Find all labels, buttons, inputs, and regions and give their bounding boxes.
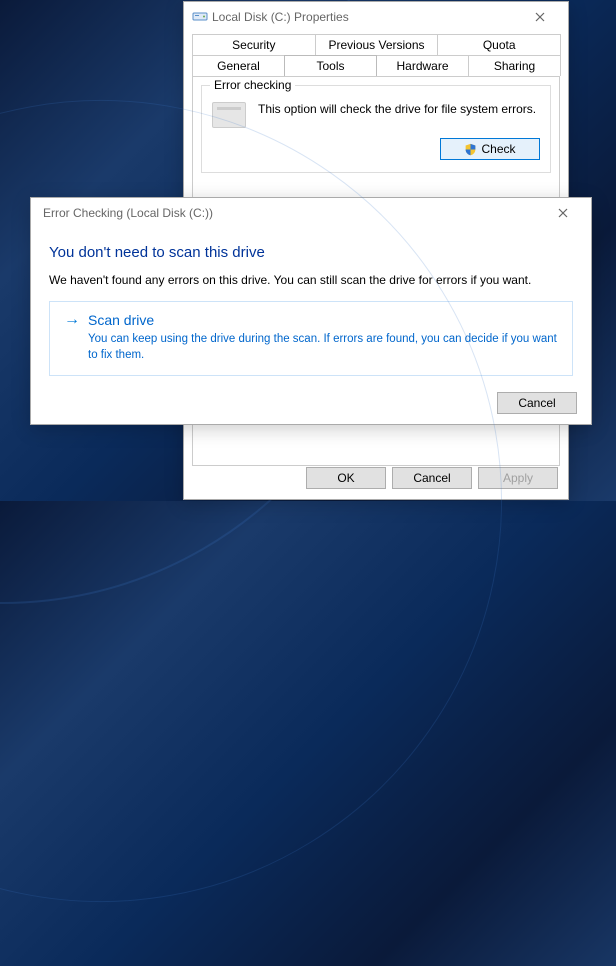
apply-button[interactable]: Apply xyxy=(478,467,558,489)
tab-quota[interactable]: Quota xyxy=(437,34,561,55)
uac-shield-icon xyxy=(464,143,477,156)
scan-drive-label: Scan drive xyxy=(88,312,154,328)
properties-button-row: OK Cancel Apply xyxy=(306,467,558,489)
ok-button[interactable]: OK xyxy=(306,467,386,489)
check-button-label: Check xyxy=(481,142,515,156)
scan-drive-option[interactable]: → Scan drive You can keep using the driv… xyxy=(49,301,573,376)
headline: You don't need to scan this drive xyxy=(49,244,573,261)
group-description: This option will check the drive for fil… xyxy=(258,102,540,118)
cancel-button[interactable]: Cancel xyxy=(392,467,472,489)
error-checking-group: Error checking This option will check th… xyxy=(201,85,551,173)
error-checking-title: Error Checking (Local Disk (C:)) xyxy=(39,206,543,220)
drive-icon xyxy=(192,8,208,27)
tab-strip: Security Previous Versions Quota General… xyxy=(192,34,560,76)
close-icon[interactable] xyxy=(520,7,560,27)
tab-tools[interactable]: Tools xyxy=(284,55,377,76)
error-checking-titlebar: Error Checking (Local Disk (C:)) xyxy=(31,198,591,228)
check-button[interactable]: Check xyxy=(440,138,540,160)
subtext: We haven't found any errors on this driv… xyxy=(49,273,573,287)
scan-drive-description: You can keep using the drive during the … xyxy=(88,332,558,363)
tab-previous-versions[interactable]: Previous Versions xyxy=(315,34,439,55)
tab-security[interactable]: Security xyxy=(192,34,316,55)
tab-hardware[interactable]: Hardware xyxy=(376,55,469,76)
close-icon[interactable] xyxy=(543,203,583,223)
tab-general[interactable]: General xyxy=(192,55,285,76)
tab-sharing[interactable]: Sharing xyxy=(468,55,561,76)
hard-drive-icon xyxy=(212,102,246,128)
group-title: Error checking xyxy=(210,78,295,92)
arrow-right-icon: → xyxy=(64,312,80,328)
error-checking-dialog: Error Checking (Local Disk (C:)) You don… xyxy=(30,197,592,425)
properties-title: Local Disk (C:) Properties xyxy=(208,10,520,24)
cancel-button[interactable]: Cancel xyxy=(497,392,577,414)
properties-titlebar: Local Disk (C:) Properties xyxy=(184,2,568,32)
